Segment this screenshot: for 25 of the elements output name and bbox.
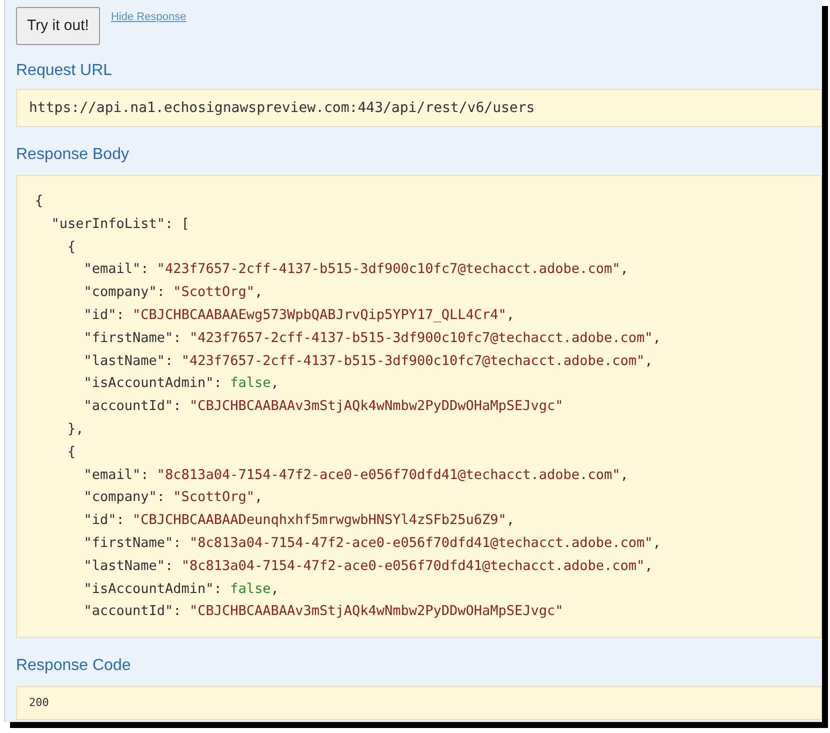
- code-line: "company": "ScottOrg",: [82, 283, 263, 302]
- request-url-field: https://api.na1.echosignawspreview.com:443/api/rest/v6/users: [16, 89, 822, 127]
- code-line: "email": "8c813a04-7154-47f2-ace0-e056f70dfd41@techacct.adobe.com",: [82, 466, 628, 485]
- code-line: "lastName": "8c813a04-7154-47f2-ace0-e056f70dfd41@techacct.adobe.com",: [82, 556, 653, 576]
- try-it-out-button[interactable]: Try it out!: [16, 7, 100, 45]
- response-body-heading: Response Body: [16, 145, 130, 165]
- code-line: {: [66, 238, 76, 257]
- code-line: {: [35, 192, 44, 211]
- code-line: "firstName": "423f7657-2cff-4137-b515-3df900c10fc7@techacct.adobe.com",: [82, 328, 661, 348]
- code-line: "company": "ScottOrg",: [82, 488, 263, 508]
- code-line: "lastName": "423f7657-2cff-4137-b515-3df900c10fc7@techacct.adobe.com",: [82, 352, 653, 371]
- code-line: },: [66, 420, 84, 439]
- code-line: {: [66, 442, 76, 462]
- code-line: "isAccountAdmin": false,: [82, 374, 279, 394]
- response-code-heading: Response Code: [16, 656, 132, 676]
- code-line: "accountId": "CBJCHBCAABAAv3mStjAQk4wNmbw2PyDDwOHaMpSEJvgc": [82, 602, 564, 622]
- request-url-heading: Request URL: [16, 61, 114, 81]
- code-line: "accountId": "CBJCHBCAABAAv3mStjAQk4wNmbw2PyDDwOHaMpSEJvgc": [82, 397, 564, 416]
- code-line: "id": "CBJCHBCAABAADeunqhxhf5mrwgwbHNSYl4zSFb25u6Z9",: [82, 511, 515, 530]
- code-line: "isAccountAdmin": false,: [82, 580, 279, 599]
- code-line: "email": "423f7657-2cff-4137-b515-3df900c10fc7@techacct.adobe.com",: [82, 260, 628, 280]
- code-line: "id": "CBJCHBCAABAAEwg573WpbQABJrvQip5YPY17_QLL4Cr4",: [82, 306, 515, 325]
- response-code-field: 200: [16, 686, 822, 720]
- code-line: "userInfoList": [: [50, 214, 190, 234]
- code-line: "firstName": "8c813a04-7154-47f2-ace0-e056f70dfd41@techacct.adobe.com",: [82, 534, 661, 553]
